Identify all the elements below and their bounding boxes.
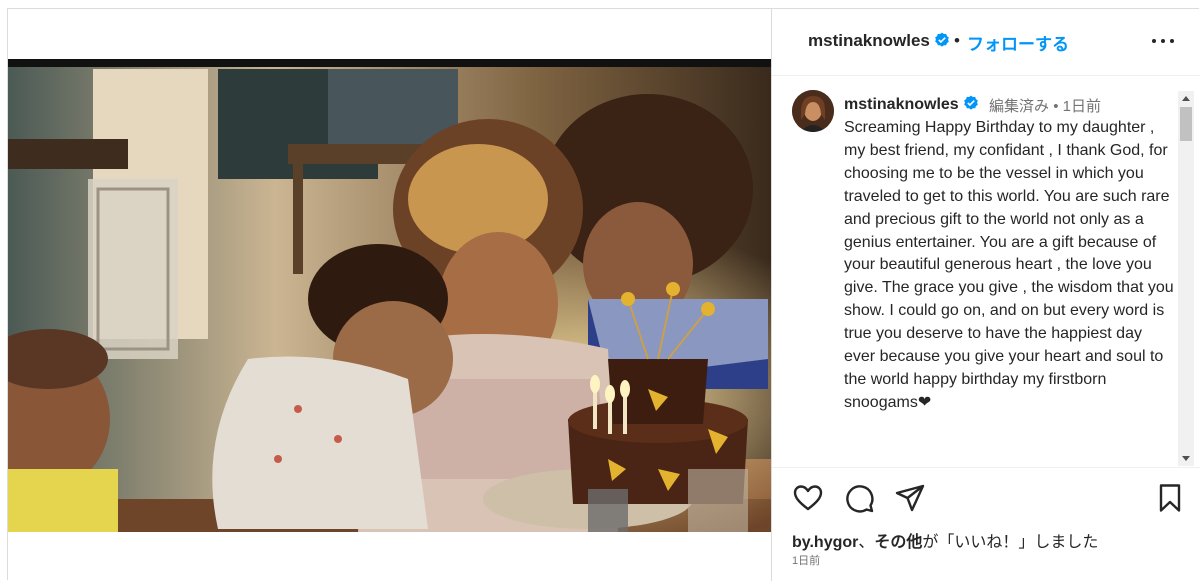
avatar[interactable] — [792, 90, 834, 132]
post-date[interactable]: 1日前 — [792, 552, 820, 568]
caption-time: 1日前 — [1062, 98, 1101, 115]
likes-suffix: が「いいね！」しました — [922, 534, 1099, 551]
caption-scrollbar[interactable] — [1178, 91, 1194, 466]
likes-others-link[interactable]: その他 — [874, 534, 922, 551]
more-options-icon[interactable] — [1149, 25, 1179, 55]
likes-connector: 、 — [858, 534, 875, 551]
caption-text: Screaming Happy Birthday to my daughter … — [844, 119, 1174, 411]
scroll-up-arrow-icon[interactable] — [1182, 96, 1190, 101]
post-header: mstinaknowles • フォローする — [772, 9, 1200, 76]
header-username-text[interactable]: mstinaknowles — [808, 31, 930, 50]
scroll-down-arrow-icon[interactable] — [1182, 456, 1190, 461]
post-side-panel: mstinaknowles • フォローする mstinaknowles 編集済… — [771, 9, 1200, 581]
liker-username[interactable]: by.hygor — [792, 534, 858, 551]
follow-button[interactable]: フォローする — [967, 30, 1069, 55]
edited-label: 編集済み — [989, 98, 1050, 115]
caption-username[interactable]: mstinaknowles — [844, 95, 979, 114]
caption-meta: 編集済み • 1日前 — [989, 95, 1101, 116]
likes-summary: by.hygor、その他が「いいね！」しました — [792, 528, 1098, 552]
post-photo[interactable] — [8, 59, 771, 532]
instagram-post-embed: mstinaknowles • フォローする mstinaknowles 編集済… — [7, 8, 1200, 581]
comment-icon[interactable] — [843, 482, 875, 514]
header-username[interactable]: mstinaknowles — [808, 31, 950, 51]
caption-area: mstinaknowles 編集済み • 1日前 Screaming Happy… — [772, 77, 1200, 467]
verified-badge-icon — [963, 95, 978, 110]
verified-badge-icon — [935, 32, 949, 47]
bookmark-icon[interactable] — [1154, 482, 1186, 514]
paper-plane-icon[interactable] — [894, 482, 926, 514]
header-separator: • — [954, 31, 960, 50]
caption-username-text[interactable]: mstinaknowles — [844, 96, 959, 113]
post-media-area — [8, 9, 771, 581]
scroll-thumb[interactable] — [1180, 107, 1192, 141]
post-actions: by.hygor、その他が「いいね！」しました 1日前 — [772, 467, 1200, 581]
meta-separator: • — [1053, 98, 1059, 115]
heart-icon[interactable] — [792, 482, 824, 514]
